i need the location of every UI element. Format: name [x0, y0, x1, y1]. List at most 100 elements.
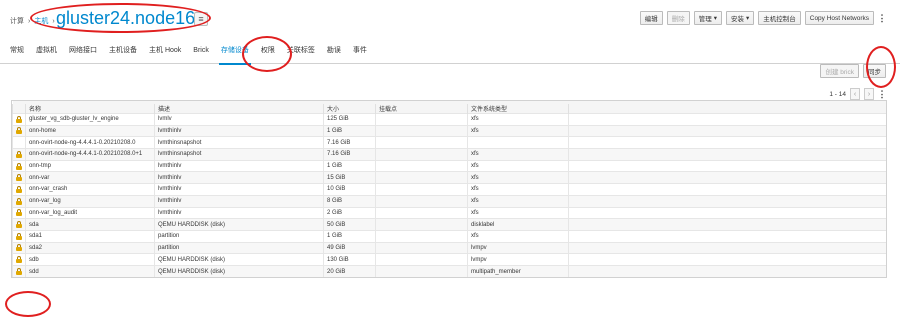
- table-row[interactable]: sdd QEMU HARDDISK (disk) 20 GiB multipath_m…: [12, 264, 886, 278]
- cell-filler: [568, 264, 886, 278]
- table-row[interactable]: gluster_vg_sdb-gluster_lv_engine lvmlv 125…: [12, 113, 886, 126]
- cell-filler: [568, 241, 886, 254]
- next-page-icon[interactable]: ›: [864, 88, 874, 100]
- tab-vms[interactable]: 虚拟机: [30, 42, 63, 64]
- tab-events[interactable]: 事件: [347, 42, 373, 64]
- cell-name: sdb: [25, 253, 155, 266]
- cell-name: sdd: [25, 264, 155, 278]
- cell-name: onn-var_log: [25, 194, 155, 207]
- lock-cell: [12, 229, 26, 243]
- column-header-mount-point[interactable]: 挂载点: [375, 104, 468, 114]
- cell-filler: [568, 136, 886, 149]
- cell-description: lvmthinsnapshot: [154, 136, 324, 149]
- kebab-menu-icon[interactable]: ⋮: [878, 11, 887, 25]
- lock-cell: [12, 206, 26, 219]
- table-row[interactable]: onn-var_crash lvmthinlv 10 GiB xfs: [12, 183, 886, 196]
- cell-filler: [568, 171, 886, 184]
- tab-network-interfaces[interactable]: 网络接口: [63, 42, 103, 64]
- table-row[interactable]: onn-var_log_audit lvmthinlv 2 GiB xfs: [12, 206, 886, 219]
- column-settings-kebab-icon[interactable]: ⋮: [878, 87, 887, 101]
- column-header-fs-type[interactable]: 文件系统类型: [467, 104, 569, 114]
- remove-button[interactable]: 删除: [666, 11, 690, 25]
- tab-brick[interactable]: Brick: [187, 42, 215, 64]
- copy-host-networks-button[interactable]: Copy Host Networks: [804, 11, 874, 25]
- cell-size: 1 GiB: [323, 159, 376, 172]
- pagination-range: 1 - 14: [829, 90, 846, 98]
- table-row[interactable]: sda1 partition 1 GiB xfs: [12, 229, 886, 243]
- hamburger-menu-icon[interactable]: ≡: [194, 12, 208, 26]
- cell-description: lvmthinlv: [154, 159, 324, 172]
- cell-size: 7.16 GiB: [323, 136, 376, 149]
- cell-description: lvmthinlv: [154, 206, 324, 219]
- create-brick-button[interactable]: 创建 brick: [820, 64, 859, 78]
- table-row[interactable]: onn-var_log lvmthinlv 8 GiB xfs: [12, 194, 886, 207]
- breadcrumb: 计算 › 主机 ›: [10, 16, 55, 26]
- cell-filler: [568, 218, 886, 231]
- lock-cell: [12, 241, 26, 254]
- cell-size: 50 GiB: [323, 218, 376, 231]
- cell-fs-type: xfs: [467, 159, 569, 172]
- cell-filler: [568, 113, 886, 126]
- lock-icon: [16, 232, 22, 240]
- table-row[interactable]: sdb QEMU HARDDISK (disk) 130 GiB lvmpv: [12, 253, 886, 266]
- cell-description: QEMU HARDDISK (disk): [154, 253, 324, 266]
- lock-cell: [12, 124, 26, 137]
- storage-devices-table: 名称 描述 大小 挂载点 文件系统类型 gluster_vg_sdb-glust…: [11, 100, 887, 279]
- tab-permissions[interactable]: 权限: [255, 42, 281, 64]
- column-header-name[interactable]: 名称: [25, 104, 155, 114]
- table-row[interactable]: onn-home lvmthinlv 1 GiB xfs: [12, 124, 886, 137]
- cell-mount-point: [375, 253, 468, 266]
- lock-cell: [12, 218, 26, 231]
- cell-name: sda: [25, 218, 155, 231]
- storage-toolbar: 创建 brick 同步: [820, 64, 886, 78]
- tab-host-hook[interactable]: 主机 Hook: [143, 42, 187, 64]
- column-header-description[interactable]: 描述: [154, 104, 324, 114]
- cell-size: 130 GiB: [323, 253, 376, 266]
- breadcrumb-root[interactable]: 计算: [10, 16, 24, 26]
- lock-icon: [16, 115, 22, 123]
- tab-affinity-labels[interactable]: 关联标签: [281, 42, 321, 64]
- cell-fs-type: xfs: [467, 113, 569, 126]
- table-row[interactable]: sda QEMU HARDDISK (disk) 50 GiB disklabel: [12, 218, 886, 231]
- page-title: gluster24.node16: [56, 8, 196, 28]
- cell-size: 1 GiB: [323, 124, 376, 137]
- cell-fs-type: lvmpv: [467, 253, 569, 266]
- tab-errata[interactable]: 勘误: [321, 42, 347, 64]
- cell-fs-type: xfs: [467, 124, 569, 137]
- tab-bar: 常规 虚拟机 网络接口 主机设备 主机 Hook Brick 存储设备 权限 关…: [0, 42, 900, 65]
- chevron-down-icon: ▾: [745, 15, 750, 22]
- table-row[interactable]: onn-var lvmthinlv 15 GiB xfs: [12, 171, 886, 184]
- cell-mount-point: [375, 113, 468, 126]
- install-dropdown[interactable]: 安装 ▾: [725, 11, 755, 25]
- cell-name: onn-ovirt-node-ng-4.4.4.1-0.20210208.0: [25, 136, 155, 149]
- tab-storage-devices[interactable]: 存储设备: [215, 42, 255, 65]
- cell-name: onn-var: [25, 171, 155, 184]
- lock-icon: [16, 185, 22, 193]
- table-row[interactable]: onn-ovirt-node-ng-4.4.4.1-0.20210208.0+1…: [12, 148, 886, 161]
- lock-icon: [16, 220, 22, 228]
- host-console-button[interactable]: 主机控制台: [758, 11, 801, 25]
- cell-mount-point: [375, 159, 468, 172]
- lock-icon: [16, 256, 22, 264]
- column-header-size[interactable]: 大小: [323, 104, 376, 114]
- lock-icon: [16, 244, 22, 252]
- cell-filler: [568, 183, 886, 196]
- table-row[interactable]: onn-ovirt-node-ng-4.4.4.1-0.20210208.0 lv…: [12, 136, 886, 149]
- previous-page-icon[interactable]: ‹: [850, 88, 860, 100]
- cell-fs-type: [467, 136, 569, 149]
- sync-button[interactable]: 同步: [863, 64, 886, 78]
- breadcrumb-hosts[interactable]: 主机: [34, 16, 48, 26]
- table-row[interactable]: onn-tmp lvmthinlv 1 GiB xfs: [12, 159, 886, 172]
- cell-fs-type: xfs: [467, 171, 569, 184]
- page-header: 计算 › 主机 › gluster24.node16 ≡ 编辑 删除 管理 ▾ …: [0, 0, 900, 40]
- cell-fs-type: disklabel: [467, 218, 569, 231]
- lock-icon: [16, 174, 22, 182]
- edit-button[interactable]: 编辑: [639, 11, 663, 25]
- tab-general[interactable]: 常规: [4, 42, 30, 64]
- tab-host-devices[interactable]: 主机设备: [103, 42, 143, 64]
- table-row[interactable]: sda2 partition 49 GiB lvmpv: [12, 241, 886, 254]
- cell-size: 49 GiB: [323, 241, 376, 254]
- manage-dropdown[interactable]: 管理 ▾: [693, 11, 722, 25]
- cell-fs-type: lvmpv: [467, 241, 569, 254]
- manage-label: 管理: [698, 16, 712, 23]
